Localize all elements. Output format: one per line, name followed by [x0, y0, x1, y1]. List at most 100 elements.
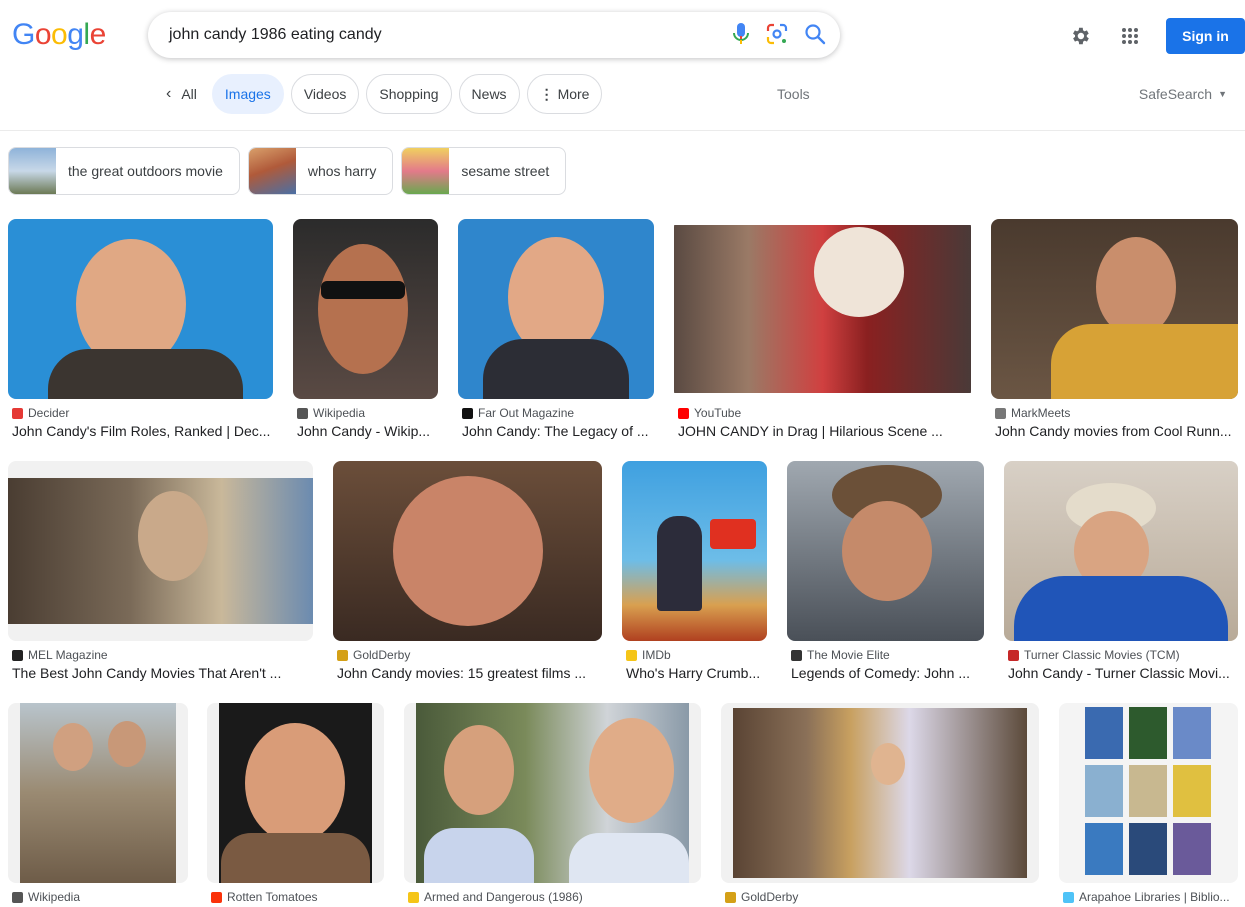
- arapahoe-icon: [1063, 891, 1074, 903]
- tab-more[interactable]: ⋮ More: [526, 74, 603, 114]
- result-source: Armed and Dangerous (1986): [424, 890, 583, 904]
- chevron-left-icon: ‹: [166, 85, 172, 102]
- mic-icon[interactable]: [732, 22, 750, 46]
- result-image[interactable]: [333, 461, 602, 641]
- result-image[interactable]: [293, 219, 438, 399]
- imdb-icon: [626, 649, 637, 661]
- image-result[interactable]: GoldDerby: [721, 703, 1039, 904]
- tuxedo-shape: [569, 833, 689, 883]
- image-result[interactable]: YouTube JOHN CANDY in Drag | Hilarious S…: [674, 219, 971, 439]
- more-vert-icon: ⋮: [539, 85, 554, 102]
- tab-news[interactable]: News: [458, 74, 520, 114]
- result-source: Rotten Tomatoes: [227, 890, 318, 904]
- safesearch-menu[interactable]: SafeSearch ▼: [1139, 86, 1227, 102]
- tcm-icon: [1008, 649, 1019, 661]
- result-image[interactable]: [991, 219, 1238, 399]
- dvd-cover: [1173, 765, 1211, 817]
- tuxedo-shape: [424, 828, 534, 883]
- chip-related-search[interactable]: the great outdoors movie: [8, 147, 240, 195]
- result-title[interactable]: John Candy: The Legacy of ...: [458, 423, 654, 439]
- google-logo[interactable]: Google: [12, 18, 106, 52]
- tab-shopping[interactable]: Shopping: [366, 74, 452, 114]
- gear-icon[interactable]: [1060, 16, 1100, 56]
- safesearch-label: SafeSearch: [1138, 86, 1213, 102]
- lens-icon[interactable]: [766, 23, 788, 45]
- search-input[interactable]: john candy 1986 eating candy: [169, 26, 382, 44]
- face-shape: [589, 718, 674, 823]
- goldderby-icon: [725, 891, 736, 903]
- logo-letter: G: [12, 18, 35, 51]
- result-image[interactable]: [8, 461, 313, 641]
- result-title[interactable]: The Best John Candy Movies That Aren't .…: [8, 665, 313, 681]
- image-result[interactable]: Wikipedia: [8, 703, 188, 904]
- result-image[interactable]: [787, 461, 984, 641]
- goldderby-icon: [337, 649, 348, 661]
- figure-shape: [657, 516, 702, 611]
- result-image[interactable]: [721, 703, 1039, 883]
- result-image[interactable]: [674, 219, 971, 399]
- chip-related-search[interactable]: whos harry: [247, 147, 394, 195]
- jacket-shape: [483, 339, 629, 399]
- image-result[interactable]: Rotten Tomatoes: [207, 703, 384, 904]
- sign-in-button[interactable]: Sign in: [1166, 18, 1245, 54]
- face-shape: [318, 244, 408, 374]
- image-result[interactable]: MEL Magazine The Best John Candy Movies …: [8, 461, 313, 681]
- result-source: GoldDerby: [741, 890, 799, 904]
- search-box[interactable]: john candy 1986 eating candy: [148, 12, 840, 58]
- dvd-cover: [1129, 823, 1167, 875]
- result-image[interactable]: [622, 461, 767, 641]
- result-image[interactable]: [1059, 703, 1238, 883]
- apps-grid-icon[interactable]: [1110, 16, 1150, 56]
- tab-all-label: All: [181, 86, 197, 102]
- chip-related-search[interactable]: sesame street: [401, 147, 567, 195]
- result-source: YouTube: [694, 406, 742, 420]
- result-source: Decider: [28, 406, 70, 420]
- chip-thumbnail: [9, 148, 56, 194]
- markmeets-icon: [995, 407, 1006, 419]
- image-result[interactable]: Armed and Dangerous (1986): [404, 703, 701, 904]
- result-source: The Movie Elite: [807, 648, 890, 662]
- image-result[interactable]: GoldDerby John Candy movies: 15 greatest…: [333, 461, 602, 681]
- image-result[interactable]: Wikipedia John Candy - Wikip...: [293, 219, 438, 439]
- result-image[interactable]: [8, 703, 188, 883]
- image-result[interactable]: MarkMeets John Candy movies from Cool Ru…: [991, 219, 1238, 439]
- result-image[interactable]: [458, 219, 654, 399]
- result-title[interactable]: Who's Harry Crumb...: [622, 665, 767, 681]
- wig-shape: [814, 227, 904, 317]
- result-title[interactable]: JOHN CANDY in Drag | Hilarious Scene ...: [674, 423, 971, 439]
- image-result[interactable]: Far Out Magazine John Candy: The Legacy …: [458, 219, 654, 439]
- sunglasses-shape: [321, 281, 405, 299]
- tools-button[interactable]: Tools: [777, 86, 810, 102]
- jacket-shape: [1014, 576, 1228, 641]
- tab-all[interactable]: ‹ All: [158, 74, 205, 114]
- image-result[interactable]: IMDb Who's Harry Crumb...: [622, 461, 767, 681]
- result-image[interactable]: [8, 219, 273, 399]
- tab-more-label: More: [557, 86, 590, 102]
- result-title[interactable]: John Candy movies from Cool Runn...: [991, 423, 1238, 439]
- tab-videos[interactable]: Videos: [290, 74, 360, 114]
- face-shape: [245, 723, 345, 843]
- chip-label: the great outdoors movie: [68, 163, 223, 179]
- result-title[interactable]: John Candy's Film Roles, Ranked | Dec...: [8, 423, 273, 439]
- dvd-cover: [1085, 765, 1123, 817]
- result-image[interactable]: [1004, 461, 1238, 641]
- result-title[interactable]: John Candy - Wikip...: [293, 423, 438, 439]
- face-shape: [138, 491, 208, 581]
- image-result[interactable]: Arapahoe Libraries | Biblio...: [1059, 703, 1238, 904]
- result-image[interactable]: [207, 703, 384, 883]
- face-shape: [53, 723, 93, 771]
- chip-thumbnail: [402, 148, 450, 194]
- image-result[interactable]: Decider John Candy's Film Roles, Ranked …: [8, 219, 273, 439]
- imdb-icon: [408, 891, 419, 903]
- face-shape: [1096, 237, 1176, 337]
- face-shape: [842, 501, 932, 601]
- result-title[interactable]: Legends of Comedy: John ...: [787, 665, 984, 681]
- result-title[interactable]: John Candy movies: 15 greatest films ...: [333, 665, 602, 681]
- result-source: Turner Classic Movies (TCM): [1024, 648, 1180, 662]
- result-title[interactable]: John Candy - Turner Classic Movi...: [1004, 665, 1238, 681]
- image-result[interactable]: The Movie Elite Legends of Comedy: John …: [787, 461, 984, 681]
- result-image[interactable]: [404, 703, 701, 883]
- search-icon[interactable]: [804, 23, 826, 45]
- tab-images[interactable]: Images: [211, 74, 284, 114]
- image-result[interactable]: Turner Classic Movies (TCM) John Candy -…: [1004, 461, 1238, 681]
